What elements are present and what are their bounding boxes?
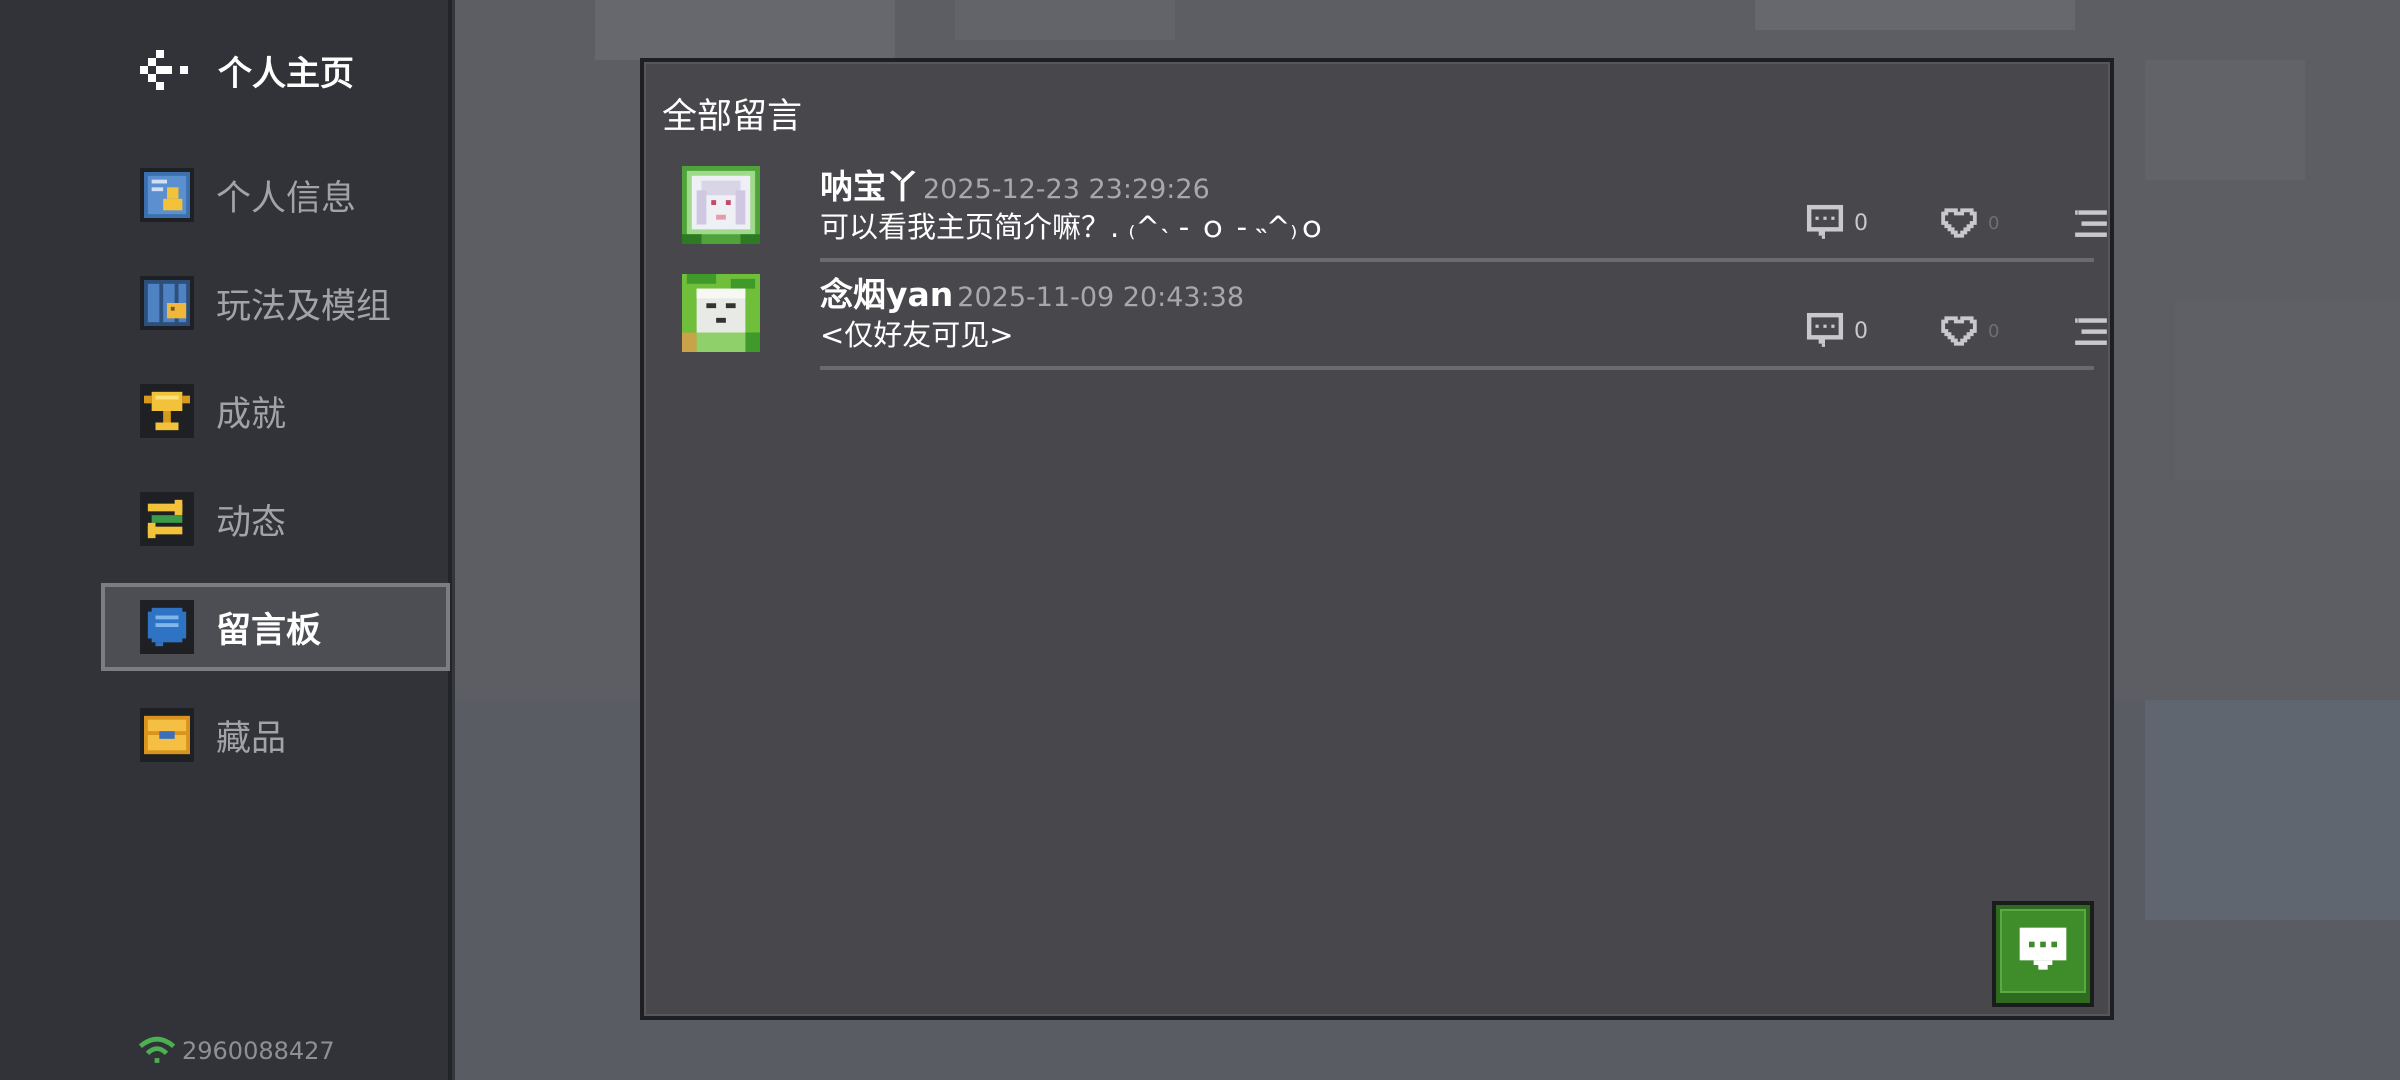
author-name[interactable]: 念烟yan [820,268,953,316]
like-button[interactable]: 0 [1940,312,1999,350]
speech-bubble-icon [140,600,194,654]
mods-grid-icon [140,276,194,330]
message-time: 2025-11-09 20:43:38 [957,282,1245,313]
heart-icon [1941,208,1977,238]
post-message-button-face [2000,909,2086,993]
post-message-button[interactable] [1992,901,2094,1007]
feed-arrows-icon [140,492,194,546]
comment-bubble-icon [2019,927,2067,970]
sidebar-item-profile[interactable]: 个人信息 [101,151,450,239]
page-title: 个人主页 [218,53,354,94]
like-count: 0 [1988,320,2000,342]
message-time: 2025-12-23 23:29:26 [923,174,1210,205]
comment-count: 0 [1854,318,1868,344]
chest-icon [140,708,194,762]
menu-icon [2075,318,2107,345]
profile-card-icon [140,168,194,222]
list-item: 呐宝丫 2025-12-23 23:29:26 可以看我主页简介嘛？. ₍^˴ … [682,154,2107,262]
user-id: 2960088427 [182,1037,335,1065]
wifi-icon [138,1036,176,1063]
message-text: <仅好友可见> [820,318,1014,352]
sidebar-item-label: 动态 [216,502,287,543]
trophy-icon [140,384,194,438]
sidebar-item-feed[interactable]: 动态 [101,475,450,563]
sidebar-item-label: 个人信息 [216,178,357,219]
like-count: 0 [1988,212,2000,234]
message-content: 念烟yan 2025-11-09 20:43:38 <仅好友可见> 0 0 [820,262,2107,370]
more-menu-button[interactable] [2072,204,2110,242]
back-button[interactable]: 个人主页 [140,40,354,100]
sidebar-item-achievements[interactable]: 成就 [101,367,450,455]
like-button[interactable]: 0 [1940,204,1999,242]
menu-icon [2075,210,2107,237]
sidebar-item-label: 藏品 [216,718,287,759]
message-board-panel: 全部留言 呐宝丫 2025-12-23 23:29:26 可以看我主页简介嘛？.… [640,58,2114,1020]
sidebar-item-collection[interactable]: 藏品 [101,691,450,779]
sidebar-item-label: 成就 [216,394,287,435]
sidebar: 个人主页 个人信息 玩法及模组 成就 动态 留言板 藏品 2960088427 [0,0,452,1080]
comment-icon [1806,204,1844,239]
more-menu-button[interactable] [2072,312,2110,350]
list-item: 念烟yan 2025-11-09 20:43:38 <仅好友可见> 0 0 [682,262,2107,370]
avatar[interactable] [682,166,760,244]
avatar[interactable] [682,274,760,352]
board-title: 全部留言 [662,97,803,137]
back-arrow-icon [140,50,188,90]
comment-button[interactable]: 0 [1806,204,1868,242]
comment-button[interactable]: 0 [1806,312,1868,350]
sidebar-item-label: 玩法及模组 [216,286,392,327]
sidebar-item-message-board[interactable]: 留言板 [101,583,450,671]
sidebar-item-label: 留言板 [216,610,322,651]
message-content: 呐宝丫 2025-12-23 23:29:26 可以看我主页简介嘛？. ₍^˴ … [820,154,2107,262]
connection-status: 2960088427 [138,1036,335,1066]
author-name[interactable]: 呐宝丫 [820,160,919,208]
comment-icon [1806,312,1844,347]
message-text: 可以看我主页简介嘛？. ₍^˴ - ｏ - ˵^₎ｏ [820,210,1327,244]
comment-count: 0 [1854,210,1868,236]
sidebar-item-mods[interactable]: 玩法及模组 [101,259,450,347]
heart-icon [1941,316,1977,346]
